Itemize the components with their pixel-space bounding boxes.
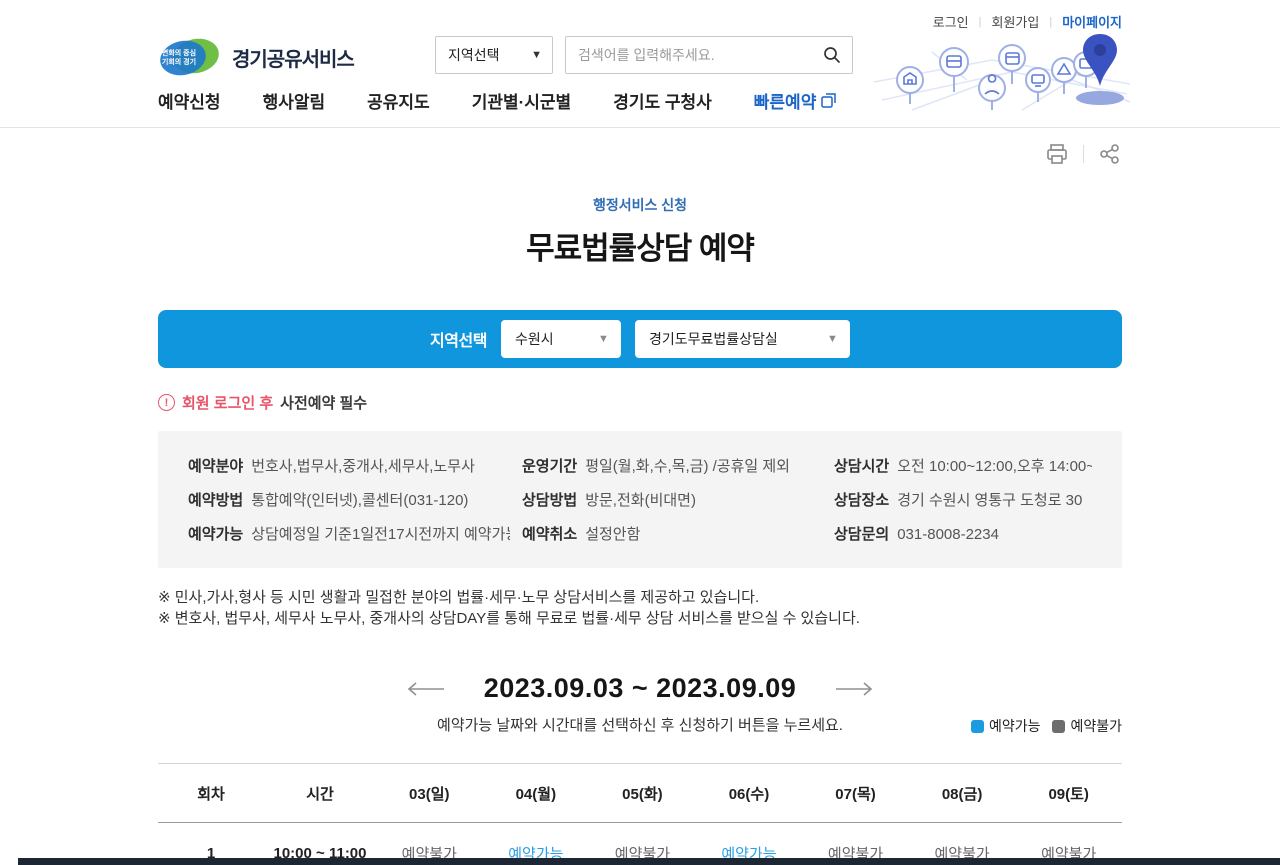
nav-events[interactable]: 행사알림 [263, 88, 326, 113]
info-item: 예약방법통합예약(인터넷),콜센터(031-120) [188, 489, 510, 510]
service-category: 행정서비스 신청 [158, 195, 1122, 215]
region-select-value: 지역선택 [448, 45, 500, 65]
center-select[interactable]: 경기도무료법률상담실 ▼ [635, 320, 850, 358]
service-notes: ※ 민사,가사,형사 등 시민 생활과 밀접한 분야의 법률·세무·노무 상담서… [158, 587, 1122, 629]
chevron-down-icon: ▼ [531, 49, 542, 61]
window-bottom-edge [18, 858, 1280, 865]
legend-unavailable: 예약불가 [1052, 716, 1122, 736]
info-item: 예약분야번호사,법무사,중개사,세무사,노무사 [188, 455, 510, 476]
nav-quick-reservation[interactable]: 빠른예약 [754, 88, 837, 113]
col-round: 회차 [158, 764, 264, 823]
info-item: 운영기간평일(월,화,수,목,금) /공휴일 제외 [522, 455, 822, 476]
legend: 예약가능 예약불가 [971, 716, 1122, 736]
col-day: 04(월) [483, 764, 590, 823]
divider [1083, 145, 1084, 163]
note-line: ※ 변호사, 법무사, 세무사 노무사, 중개사의 상담DAY를 통해 무료로 … [158, 608, 1122, 629]
timeslot-table: 회차 시간 03(일) 04(월) 05(화) 06(수) 07(목) 08(금… [158, 763, 1122, 865]
center-select-value: 경기도무료법률상담실 [649, 329, 778, 349]
chevron-down-icon: ▼ [827, 333, 838, 345]
svg-text:기회의 경기: 기회의 경기 [162, 57, 196, 66]
nav-share-map[interactable]: 공유지도 [367, 88, 430, 113]
col-day: 08(금) [909, 764, 1016, 823]
city-select-value: 수원시 [515, 329, 554, 349]
notice-rest: 사전예약 필수 [280, 392, 367, 413]
col-day: 07(목) [802, 764, 909, 823]
week-navigator: 2023.09.03 ~ 2023.09.09 [158, 673, 1122, 704]
logo-text: 경기공유서비스 [232, 43, 354, 72]
legend-available: 예약가능 [971, 716, 1041, 736]
svg-text:변화의 중심: 변화의 중심 [162, 48, 196, 57]
nav-provincial-office[interactable]: 경기도 구청사 [613, 88, 712, 113]
col-day: 06(수) [696, 764, 803, 823]
reservation-info-box: 예약분야번호사,법무사,중개사,세무사,노무사 운영기간평일(월,화,수,목,금… [158, 431, 1122, 568]
search-input[interactable] [578, 47, 822, 63]
week-range-label: 2023.09.03 ~ 2023.09.09 [484, 673, 797, 704]
col-day: 09(토) [1015, 764, 1122, 823]
search-box [565, 36, 853, 74]
info-circle-icon: ! [158, 394, 175, 411]
info-item: 예약취소설정안함 [522, 523, 822, 544]
prev-week-button[interactable] [406, 681, 446, 697]
header-region-select[interactable]: 지역선택 ▼ [435, 36, 553, 74]
note-line: ※ 민사,가사,형사 등 시민 생활과 밀접한 분야의 법률·세무·노무 상담서… [158, 587, 1122, 608]
search-icon[interactable] [822, 45, 842, 65]
page-tools [158, 141, 1122, 167]
available-swatch [971, 720, 984, 733]
location-pin-icon [1083, 34, 1117, 86]
filter-label: 지역선택 [430, 327, 487, 351]
city-select[interactable]: 수원시 ▼ [501, 320, 621, 358]
gyeonggi-logo-icon: 변화의 중심 기회의 경기 [158, 34, 222, 80]
unavailable-swatch [1052, 720, 1065, 733]
info-item: 상담장소경기 수원시 영통구 도청로 30 [834, 489, 1092, 510]
print-icon [1045, 142, 1069, 166]
next-week-button[interactable] [834, 681, 874, 697]
arrow-right-icon [834, 681, 874, 697]
table-header-row: 회차 시간 03(일) 04(월) 05(화) 06(수) 07(목) 08(금… [158, 764, 1122, 823]
info-item: 예약가능상담예정일 기준1일전17시전까지 예약가능 [188, 523, 510, 544]
login-notice: ! 회원 로그인 후 사전예약 필수 [158, 392, 1122, 413]
main-nav: 예약신청 행사알림 공유지도 기관별·시군별 경기도 구청사 빠른예약 [158, 88, 836, 113]
col-day: 03(일) [376, 764, 483, 823]
quick-reservation-label: 빠른예약 [754, 88, 817, 113]
chevron-down-icon: ▼ [598, 333, 609, 345]
info-item: 상담시간오전 10:00~12:00,오후 14:00~17:00 [834, 455, 1092, 476]
nav-by-agency[interactable]: 기관별·시군별 [472, 88, 572, 113]
share-icon [1098, 142, 1122, 166]
print-button[interactable] [1045, 142, 1069, 166]
info-item: 상담문의031-8008-2234 [834, 523, 1092, 544]
share-button[interactable] [1098, 142, 1122, 166]
page-title: 무료법률상담 예약 [158, 223, 1122, 268]
info-item: 상담방법방문,전화(비대면) [522, 489, 822, 510]
map-pins-illustration [872, 22, 1132, 114]
col-day: 05(화) [589, 764, 696, 823]
region-filter-banner: 지역선택 수원시 ▼ 경기도무료법률상담실 ▼ [158, 310, 1122, 368]
nav-reservation[interactable]: 예약신청 [158, 88, 221, 113]
col-time: 시간 [264, 764, 376, 823]
external-link-icon [821, 93, 836, 108]
site-logo[interactable]: 변화의 중심 기회의 경기 경기공유서비스 [158, 34, 354, 80]
arrow-left-icon [406, 681, 446, 697]
site-header: 로그인 | 회원가입 | 마이페이지 변화의 중심 기회의 경기 경기공유서비스… [0, 0, 1280, 128]
notice-highlight: 회원 로그인 후 [182, 392, 273, 413]
